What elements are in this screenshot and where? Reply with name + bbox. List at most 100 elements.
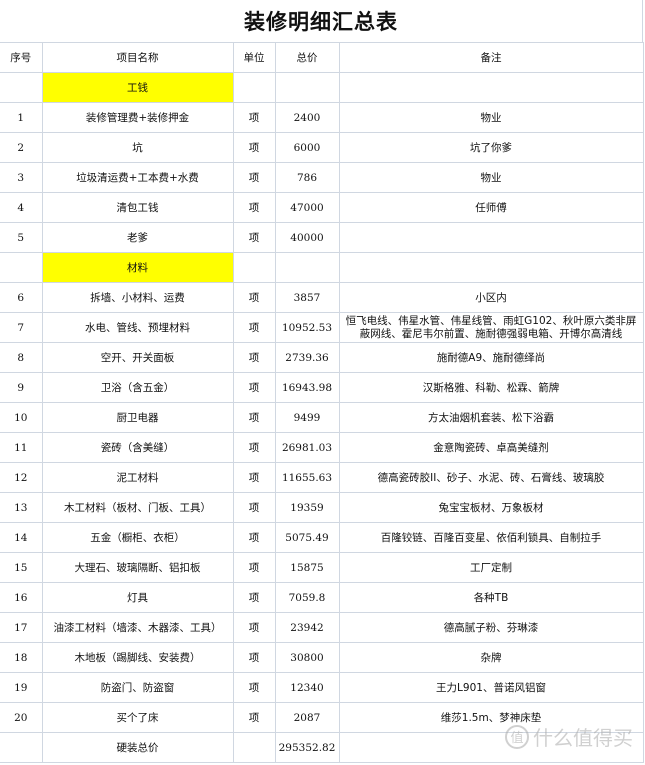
row-remark[interactable]: 坑了你爹 xyxy=(338,132,644,163)
row-no[interactable]: 18 xyxy=(0,642,43,673)
section-remark-cell[interactable] xyxy=(338,72,644,103)
row-price[interactable]: 11655.63 xyxy=(274,462,340,493)
row-unit[interactable]: 项 xyxy=(232,192,276,223)
row-price[interactable]: 786 xyxy=(274,162,340,193)
row-name[interactable]: 五金（橱柜、衣柜） xyxy=(41,522,234,553)
row-remark[interactable] xyxy=(338,222,644,253)
row-price[interactable]: 10952.53 xyxy=(274,312,340,343)
row-remark[interactable]: 恒飞电线、伟星水管、伟星线管、雨虹G102、秋叶原六类非屏蔽网线、霍尼韦尔前置、… xyxy=(338,312,644,343)
row-no[interactable]: 16 xyxy=(0,582,43,613)
row-name[interactable]: 买个了床 xyxy=(41,702,234,733)
row-remark[interactable]: 工厂定制 xyxy=(338,552,644,583)
row-unit[interactable]: 项 xyxy=(232,522,276,553)
row-price[interactable]: 9499 xyxy=(274,402,340,433)
row-unit[interactable]: 项 xyxy=(232,282,276,313)
row-unit[interactable]: 项 xyxy=(232,102,276,133)
header-no[interactable]: 序号 xyxy=(0,42,43,73)
row-name[interactable]: 泥工材料 xyxy=(41,462,234,493)
row-no[interactable]: 15 xyxy=(0,552,43,583)
row-unit[interactable]: 项 xyxy=(232,312,276,343)
row-no[interactable]: 7 xyxy=(0,312,43,343)
row-unit[interactable]: 项 xyxy=(232,372,276,403)
row-price[interactable]: 2400 xyxy=(274,102,340,133)
row-unit[interactable]: 项 xyxy=(232,672,276,703)
row-name[interactable]: 瓷砖（含美缝） xyxy=(41,432,234,463)
row-name[interactable]: 水电、管线、预埋材料 xyxy=(41,312,234,343)
row-name[interactable]: 装修管理费+装修押金 xyxy=(41,102,234,133)
row-price[interactable]: 5075.49 xyxy=(274,522,340,553)
row-no[interactable]: 13 xyxy=(0,492,43,523)
row-price[interactable]: 6000 xyxy=(274,132,340,163)
row-no[interactable]: 5 xyxy=(0,222,43,253)
row-name[interactable]: 垃圾清运费+工本费+水费 xyxy=(41,162,234,193)
row-name[interactable]: 空开、开关面板 xyxy=(41,342,234,373)
row-unit[interactable]: 项 xyxy=(232,462,276,493)
row-no[interactable]: 11 xyxy=(0,432,43,463)
row-no[interactable]: 2 xyxy=(0,132,43,163)
row-price[interactable]: 47000 xyxy=(274,192,340,223)
row-name[interactable]: 油漆工材料（墙漆、木器漆、工具） xyxy=(41,612,234,643)
row-remark[interactable]: 各种TB xyxy=(338,582,644,613)
row-price[interactable]: 12340 xyxy=(274,672,340,703)
row-price[interactable]: 26981.03 xyxy=(274,432,340,463)
section-remark-cell[interactable] xyxy=(338,252,644,283)
row-remark[interactable]: 小区内 xyxy=(338,282,644,313)
row-remark[interactable]: 德高瓷砖胶II、砂子、水泥、砖、石膏线、玻璃胶 xyxy=(338,462,644,493)
row-name[interactable]: 拆墙、小材料、运费 xyxy=(41,282,234,313)
header-remark[interactable]: 备注 xyxy=(338,42,644,73)
row-name[interactable]: 木地板（踢脚线、安装费） xyxy=(41,642,234,673)
row-unit[interactable]: 项 xyxy=(232,222,276,253)
section-no-cell[interactable] xyxy=(0,72,43,103)
row-no[interactable]: 6 xyxy=(0,282,43,313)
row-no[interactable]: 17 xyxy=(0,612,43,643)
row-remark[interactable]: 方太油烟机套装、松下浴霸 xyxy=(338,402,644,433)
row-price[interactable]: 3857 xyxy=(274,282,340,313)
total-price[interactable]: 295352.82 xyxy=(274,732,340,763)
row-remark[interactable]: 物业 xyxy=(338,162,644,193)
row-no[interactable]: 8 xyxy=(0,342,43,373)
row-name[interactable]: 坑 xyxy=(41,132,234,163)
row-remark[interactable]: 金意陶瓷砖、卓高美缝剂 xyxy=(338,432,644,463)
total-unit-cell[interactable] xyxy=(232,732,276,763)
row-remark[interactable]: 物业 xyxy=(338,102,644,133)
section-unit-cell[interactable] xyxy=(232,72,276,103)
section-label[interactable]: 工钱 xyxy=(41,72,234,103)
header-unit[interactable]: 单位 xyxy=(232,42,276,73)
row-unit[interactable]: 项 xyxy=(232,582,276,613)
row-unit[interactable]: 项 xyxy=(232,552,276,583)
row-price[interactable]: 30800 xyxy=(274,642,340,673)
row-name[interactable]: 灯具 xyxy=(41,582,234,613)
row-remark[interactable]: 汉斯格雅、科勒、松霖、箭牌 xyxy=(338,372,644,403)
row-no[interactable]: 1 xyxy=(0,102,43,133)
row-name[interactable]: 卫浴（含五金） xyxy=(41,372,234,403)
row-name[interactable]: 防盗门、防盗窗 xyxy=(41,672,234,703)
row-name[interactable]: 木工材料（板材、门板、工具） xyxy=(41,492,234,523)
row-no[interactable]: 9 xyxy=(0,372,43,403)
section-unit-cell[interactable] xyxy=(232,252,276,283)
row-unit[interactable]: 项 xyxy=(232,612,276,643)
row-no[interactable]: 12 xyxy=(0,462,43,493)
row-price[interactable]: 15875 xyxy=(274,552,340,583)
row-price[interactable]: 23942 xyxy=(274,612,340,643)
row-unit[interactable]: 项 xyxy=(232,342,276,373)
row-name[interactable]: 清包工钱 xyxy=(41,192,234,223)
row-name[interactable]: 大理石、玻璃隔断、铝扣板 xyxy=(41,552,234,583)
row-remark[interactable]: 德高腻子粉、芬琳漆 xyxy=(338,612,644,643)
total-remark-cell[interactable] xyxy=(338,732,644,763)
row-unit[interactable]: 项 xyxy=(232,492,276,523)
section-no-cell[interactable] xyxy=(0,252,43,283)
section-price-cell[interactable] xyxy=(274,252,340,283)
row-no[interactable]: 19 xyxy=(0,672,43,703)
row-unit[interactable]: 项 xyxy=(232,132,276,163)
row-no[interactable]: 3 xyxy=(0,162,43,193)
row-remark[interactable]: 维莎1.5m、梦神床垫 xyxy=(338,702,644,733)
row-remark[interactable]: 杂牌 xyxy=(338,642,644,673)
row-price[interactable]: 7059.8 xyxy=(274,582,340,613)
row-name[interactable]: 厨卫电器 xyxy=(41,402,234,433)
header-name[interactable]: 项目名称 xyxy=(41,42,234,73)
row-remark[interactable]: 施耐德A9、施耐德绎尚 xyxy=(338,342,644,373)
header-price[interactable]: 总价 xyxy=(274,42,340,73)
row-price[interactable]: 40000 xyxy=(274,222,340,253)
row-unit[interactable]: 项 xyxy=(232,642,276,673)
total-label[interactable]: 硬装总价 xyxy=(41,732,234,763)
